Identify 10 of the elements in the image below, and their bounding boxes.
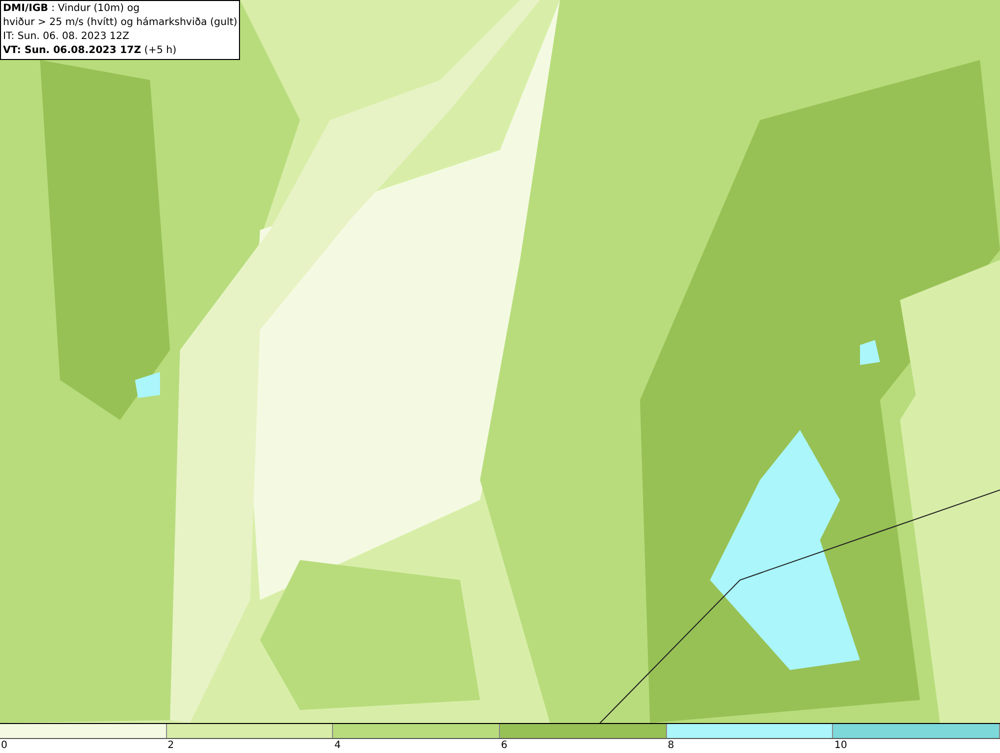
legend-label: 2 <box>166 739 176 753</box>
legend-label: 6 <box>500 739 508 753</box>
legend-label: 10 <box>833 739 848 753</box>
legend-label: 4 <box>333 739 342 753</box>
info-text: IT: Sun. 06. 08. 2023 12Z <box>3 30 130 44</box>
info-text: DMI/IGB : Vindur (10m) og <box>3 2 141 16</box>
legend-label: 8 <box>666 739 676 753</box>
legend-label: 0 <box>0 739 8 753</box>
info-text: hviður > 25 m/s (hvítt) og hámarkshviða (gult) <box>3 16 238 30</box>
info-text: VT: Sun. 06.08.2023 17Z (+5 h) <box>3 44 178 58</box>
